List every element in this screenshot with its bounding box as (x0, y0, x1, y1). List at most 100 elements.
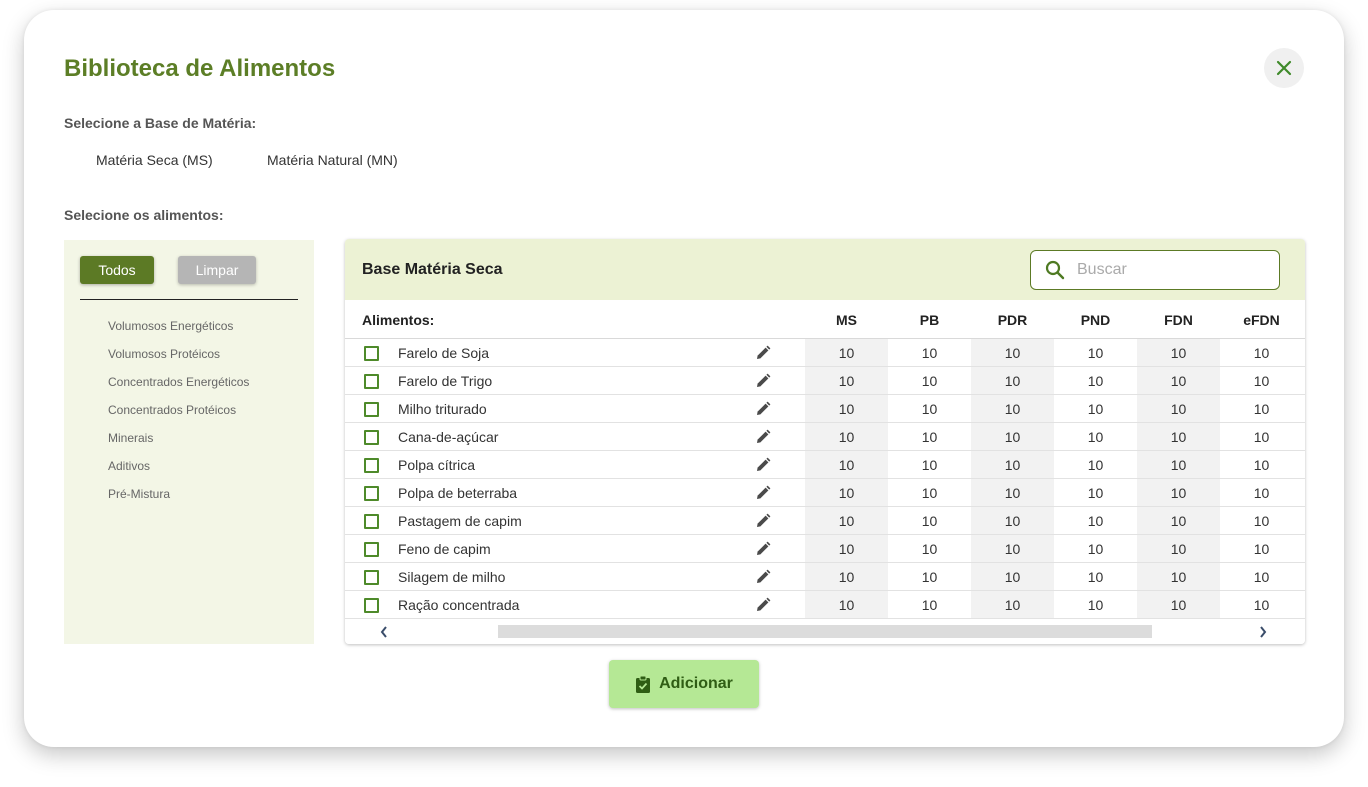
table-body: Farelo de Soja 10 10 10 10 10 10 Farelo de Trig… (345, 339, 1305, 619)
clear-filter-button[interactable]: Limpar (178, 256, 256, 284)
pencil-icon (757, 457, 771, 471)
table-row[interactable]: Farelo de Soja 10 10 10 10 10 10 (345, 339, 1305, 367)
cell-value: 10 (1170, 373, 1187, 389)
cell-value: 10 (1087, 541, 1104, 557)
cell-value: 10 (838, 485, 855, 501)
cell-value: 10 (921, 345, 938, 361)
cell-value: 10 (1004, 429, 1021, 445)
cell-value: 10 (838, 513, 855, 529)
search-icon (1045, 260, 1065, 280)
cell-value: 10 (921, 513, 938, 529)
cell-value: 10 (1170, 457, 1187, 473)
cell-value: 10 (838, 569, 855, 585)
cell-value: 10 (1087, 485, 1104, 501)
table-row[interactable]: Cana-de-açúcar 10 10 10 10 10 10 (345, 423, 1305, 451)
add-button[interactable]: Adicionar (609, 660, 759, 708)
table-row[interactable]: Farelo de Trigo 10 10 10 10 10 10 (345, 367, 1305, 395)
cell-value: 10 (1253, 597, 1270, 613)
table-row[interactable]: Polpa de beterraba 10 10 10 10 10 10 (345, 479, 1305, 507)
food-library-modal: Biblioteca de Alimentos Selecione a Base… (24, 10, 1344, 747)
pencil-icon (757, 485, 771, 499)
edit-button[interactable] (755, 569, 771, 590)
pencil-icon (757, 541, 771, 555)
close-button[interactable] (1264, 48, 1304, 88)
cell-value: 10 (1253, 541, 1270, 557)
table-row[interactable]: Pastagem de capim 10 10 10 10 10 10 (345, 507, 1305, 535)
cell-value: 10 (838, 345, 855, 361)
column-header-pdr[interactable]: PDR (971, 312, 1054, 328)
food-name: Milho triturado (398, 401, 487, 417)
column-header-fdn[interactable]: FDN (1137, 312, 1220, 328)
cell-value: 10 (1004, 345, 1021, 361)
row-checkbox[interactable] (364, 542, 379, 557)
category-item[interactable]: Pré-Mistura (108, 486, 249, 514)
row-checkbox[interactable] (364, 346, 379, 361)
pencil-icon (757, 569, 771, 583)
column-header-pb[interactable]: PB (888, 312, 971, 328)
clipboard-check-icon (636, 675, 651, 693)
cell-value: 10 (1004, 597, 1021, 613)
search-input[interactable] (1077, 261, 1257, 279)
category-item[interactable]: Concentrados Protéicos (108, 402, 249, 430)
edit-button[interactable] (755, 401, 771, 422)
cell-value: 10 (838, 373, 855, 389)
cell-value: 10 (1170, 401, 1187, 417)
all-categories-button[interactable]: Todos (80, 256, 154, 284)
cell-value: 10 (921, 401, 938, 417)
table-row[interactable]: Feno de capim 10 10 10 10 10 10 (345, 535, 1305, 563)
category-item[interactable]: Aditivos (108, 458, 249, 486)
column-header-efdn[interactable]: eFDN (1220, 312, 1303, 328)
edit-button[interactable] (755, 541, 771, 562)
cell-value: 10 (1170, 569, 1187, 585)
row-checkbox[interactable] (364, 570, 379, 585)
row-checkbox[interactable] (364, 374, 379, 389)
cell-value: 10 (1253, 429, 1270, 445)
scroll-left-button[interactable] (379, 625, 389, 644)
edit-button[interactable] (755, 373, 771, 394)
category-item[interactable]: Minerais (108, 430, 249, 458)
cell-value: 10 (1004, 569, 1021, 585)
row-checkbox[interactable] (364, 486, 379, 501)
food-name: Farelo de Soja (398, 345, 490, 361)
category-list: Volumosos Energéticos Volumosos Protéico… (108, 318, 249, 514)
edit-button[interactable] (755, 345, 771, 366)
row-checkbox[interactable] (364, 458, 379, 473)
edit-button[interactable] (755, 429, 771, 450)
cell-value: 10 (1004, 373, 1021, 389)
table-row[interactable]: Ração concentrada 10 10 10 10 10 10 (345, 591, 1305, 619)
edit-button[interactable] (755, 513, 771, 534)
table-header-row: Alimentos: MS PB PDR PND FDN eFDN (345, 300, 1305, 339)
cell-value: 10 (1087, 597, 1104, 613)
scroll-right-button[interactable] (1258, 625, 1268, 644)
radio-materia-seca[interactable]: Matéria Seca (MS) (96, 152, 213, 168)
table-row[interactable]: Milho triturado 10 10 10 10 10 10 (345, 395, 1305, 423)
column-header-pnd[interactable]: PND (1054, 312, 1137, 328)
table-row[interactable]: Polpa cítrica 10 10 10 10 10 10 (345, 451, 1305, 479)
edit-button[interactable] (755, 597, 771, 618)
row-checkbox[interactable] (364, 430, 379, 445)
category-item[interactable]: Volumosos Protéicos (108, 346, 249, 374)
chevron-left-icon (380, 626, 387, 638)
cell-value: 10 (921, 597, 938, 613)
table-row[interactable]: Silagem de milho 10 10 10 10 10 10 (345, 563, 1305, 591)
search-box[interactable] (1030, 250, 1280, 290)
category-item[interactable]: Volumosos Energéticos (108, 318, 249, 346)
column-header-ms[interactable]: MS (805, 312, 888, 328)
cell-value: 10 (1004, 541, 1021, 557)
food-name: Polpa de beterraba (398, 485, 518, 501)
cell-value: 10 (1004, 401, 1021, 417)
scrollbar-thumb[interactable] (498, 625, 1152, 638)
row-checkbox[interactable] (364, 598, 379, 613)
edit-button[interactable] (755, 485, 771, 506)
cell-value: 10 (1170, 345, 1187, 361)
category-item[interactable]: Concentrados Energéticos (108, 374, 249, 402)
cell-value: 10 (1253, 513, 1270, 529)
pencil-icon (757, 513, 771, 527)
row-checkbox[interactable] (364, 402, 379, 417)
food-name: Farelo de Trigo (398, 373, 493, 389)
radio-materia-natural[interactable]: Matéria Natural (MN) (267, 152, 398, 168)
edit-button[interactable] (755, 457, 771, 478)
row-checkbox[interactable] (364, 514, 379, 529)
horizontal-scrollbar (345, 619, 1305, 644)
cell-value: 10 (1253, 373, 1270, 389)
